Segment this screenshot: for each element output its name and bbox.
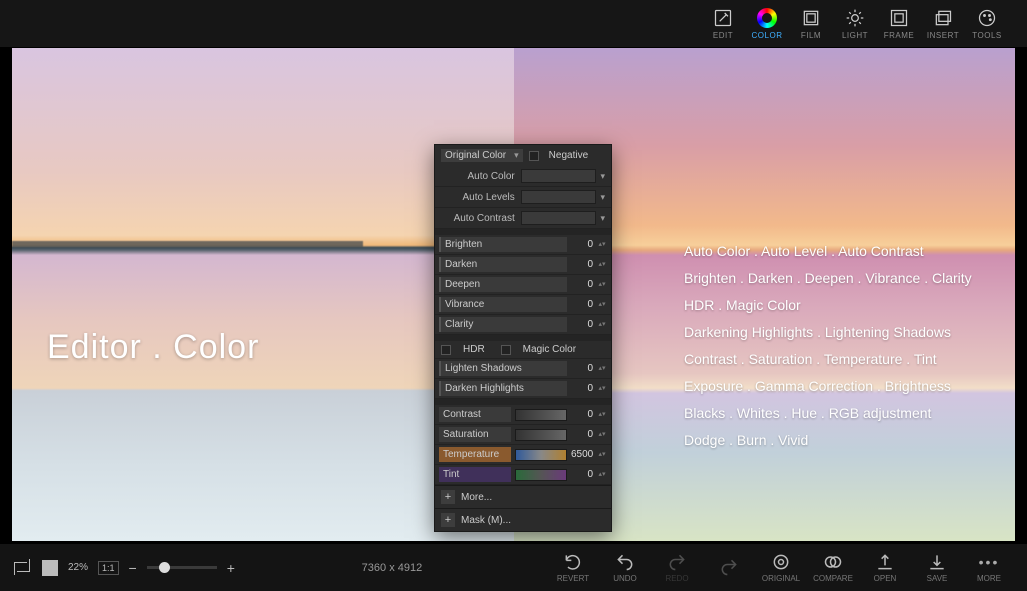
zoom-slider[interactable] [147, 566, 217, 569]
stepper-icon[interactable]: ▴▾ [597, 302, 607, 307]
auto-color-button[interactable] [521, 169, 597, 183]
image-dimensions: 7360 x 4912 [235, 562, 549, 574]
stepper-icon[interactable]: ▴▾ [597, 452, 607, 457]
clarity-slider[interactable]: Clarity0▴▾ [435, 315, 611, 335]
revert-button[interactable]: REVERT [549, 548, 597, 588]
vibrance-slider[interactable]: Vibrance0▴▾ [435, 295, 611, 315]
plus-icon: + [441, 513, 455, 527]
magic-color-label: Magic Color [523, 344, 576, 355]
revert-icon [563, 552, 583, 572]
temperature-slider[interactable]: Temperature6500▴▾ [435, 445, 611, 465]
app-window: EDIT COLOR FILM LIGHT FRAME [0, 0, 1027, 591]
page-title: Editor . Color [47, 328, 259, 367]
palette-icon [976, 7, 998, 29]
feature-line: Contrast . Saturation . Temperature . Ti… [684, 346, 972, 373]
stepper-icon[interactable]: ▴▾ [597, 282, 607, 287]
color-mode-select[interactable]: Original Color ▾ [441, 149, 523, 162]
light-tab[interactable]: LIGHT [833, 2, 877, 46]
zoom-in-button[interactable]: + [227, 560, 235, 576]
save-button[interactable]: SAVE [913, 548, 961, 588]
hdr-label: HDR [463, 344, 485, 355]
feature-line: Auto Color . Auto Level . Auto Contrast [684, 238, 972, 265]
zoom-percent: 22% [68, 562, 88, 573]
undo-button[interactable]: UNDO [601, 548, 649, 588]
feature-line: HDR . Magic Color [684, 292, 972, 319]
circle-icon [771, 552, 791, 572]
negative-checkbox[interactable] [529, 151, 539, 161]
top-toolbar: EDIT COLOR FILM LIGHT FRAME [0, 0, 1027, 48]
saturation-slider[interactable]: Saturation0▴▾ [435, 425, 611, 445]
color-tab[interactable]: COLOR [745, 2, 789, 46]
film-icon [800, 7, 822, 29]
redo2-button[interactable] [705, 548, 753, 588]
original-button[interactable]: ORIGINAL [757, 548, 805, 588]
darken-slider[interactable]: Darken0▴▾ [435, 255, 611, 275]
auto-levels-label: Auto Levels [441, 192, 521, 203]
download-icon [927, 552, 947, 572]
feature-line: Brighten . Darken . Deepen . Vibrance . … [684, 265, 972, 292]
stepper-icon[interactable]: ▴▾ [597, 322, 607, 327]
stepper-icon[interactable]: ▴▾ [597, 386, 607, 391]
darken-highlights-slider[interactable]: Darken Highlights0▴▾ [435, 379, 611, 399]
open-button[interactable]: OPEN [861, 548, 909, 588]
layers-icon [932, 7, 954, 29]
stepper-icon[interactable]: ▴▾ [597, 432, 607, 437]
lighten-shadows-slider[interactable]: Lighten Shadows0▴▾ [435, 359, 611, 379]
stepper-icon[interactable]: ▴▾ [597, 412, 607, 417]
film-tab[interactable]: FILM [789, 2, 833, 46]
auto-color-label: Auto Color [441, 171, 521, 182]
frame-tab[interactable]: FRAME [877, 2, 921, 46]
stepper-icon[interactable]: ▴▾ [597, 472, 607, 477]
dots-icon: ••• [979, 552, 1000, 572]
magic-color-checkbox[interactable] [501, 345, 511, 355]
auto-contrast-button[interactable] [521, 211, 597, 225]
undo-icon [615, 552, 635, 572]
mask-button[interactable]: +Mask (M)... [435, 508, 611, 531]
color-wheel-icon [756, 7, 778, 29]
deepen-slider[interactable]: Deepen0▴▾ [435, 275, 611, 295]
hdr-checkbox[interactable] [441, 345, 451, 355]
upload-icon [875, 552, 895, 572]
stepper-icon[interactable]: ▴▾ [597, 242, 607, 247]
contrast-slider[interactable]: Contrast0▴▾ [435, 405, 611, 425]
canvas-area[interactable]: Editor . Color Auto Color . Auto Level .… [12, 48, 1015, 541]
tint-slider[interactable]: Tint0▴▾ [435, 465, 611, 485]
crop-icon[interactable] [14, 559, 32, 577]
fit-label[interactable]: 1:1 [98, 561, 119, 575]
color-panel: Original Color ▾ Negative Auto Color ▾ Au… [434, 144, 612, 532]
negative-label: Negative [549, 150, 588, 161]
feature-line: Darkening Highlights . Lightening Shadow… [684, 319, 972, 346]
feature-line: Blacks . Whites . Hue . RGB adjustment [684, 400, 972, 427]
stepper-icon[interactable]: ▴▾ [597, 262, 607, 267]
compare-button[interactable]: COMPARE [809, 548, 857, 588]
redo-icon [667, 552, 687, 572]
zoom-out-button[interactable]: − [129, 560, 137, 576]
tools-tab[interactable]: TOOLS [965, 2, 1009, 46]
pencil-square-icon [712, 7, 734, 29]
auto-levels-button[interactable] [521, 190, 597, 204]
bottom-toolbar: 22% 1:1 − + 7360 x 4912 REVERT UNDO REDO… [0, 543, 1027, 591]
fullscreen-icon[interactable] [42, 560, 58, 576]
more-button[interactable]: +More... [435, 485, 611, 508]
chevron-down-icon: ▾ [514, 150, 519, 161]
stepper-icon[interactable]: ▴▾ [597, 366, 607, 371]
plus-icon: + [441, 490, 455, 504]
more-button-bottom[interactable]: •••MORE [965, 548, 1013, 588]
compare-icon [823, 552, 843, 572]
feature-line: Dodge . Burn . Vivid [684, 427, 972, 454]
feature-list: Auto Color . Auto Level . Auto Contrast … [684, 238, 972, 454]
insert-tab[interactable]: INSERT [921, 2, 965, 46]
auto-contrast-label: Auto Contrast [441, 213, 521, 224]
redo-icon [719, 557, 739, 577]
edit-tab[interactable]: EDIT [701, 2, 745, 46]
sun-icon [844, 7, 866, 29]
redo-button[interactable]: REDO [653, 548, 701, 588]
feature-line: Exposure . Gamma Correction . Brightness [684, 373, 972, 400]
frame-icon [888, 7, 910, 29]
brighten-slider[interactable]: Brighten0▴▾ [435, 235, 611, 255]
